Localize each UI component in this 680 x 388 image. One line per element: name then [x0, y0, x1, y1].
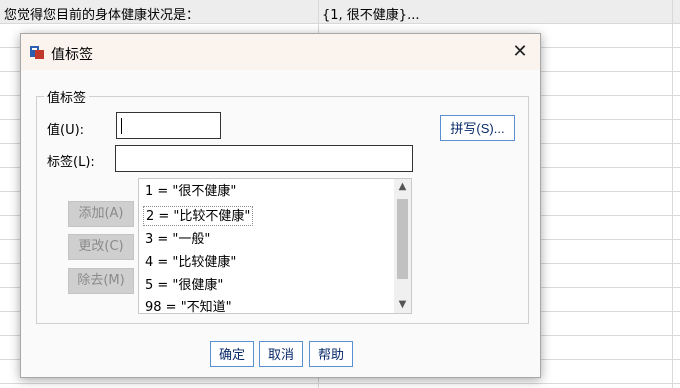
spelling-button[interactable]: 拼写(S)...: [440, 115, 515, 141]
value-labels-list[interactable]: 1 = "很不健康" 2 = "比较不健康" 3 = "一般" 4 = "比较健…: [138, 178, 412, 314]
list-item[interactable]: 1 = "很不健康": [143, 182, 238, 202]
value-labels-dialog: 值标签 ✕ 值标签 值(U): 拼写(S)... 标签(L): 添加(A) 更改…: [20, 33, 541, 378]
scroll-down-icon[interactable]: ▼: [394, 297, 411, 313]
scroll-up-icon[interactable]: ▲: [394, 179, 411, 195]
scrollbar-thumb[interactable]: [397, 199, 408, 279]
list-item[interactable]: 5 = "很健康": [143, 276, 225, 296]
list-item[interactable]: 3 = "一般": [143, 230, 212, 250]
value-field-label: 值(U):: [47, 123, 85, 138]
close-icon[interactable]: ✕: [510, 42, 530, 62]
table-row[interactable]: 您觉得您目前的身体健康状况是： {1, 很不健康}...: [0, 0, 680, 24]
list-scrollbar[interactable]: ▲ ▼: [394, 179, 411, 313]
label-field-label: 标签(L):: [47, 155, 95, 170]
dialog-title: 值标签: [51, 47, 93, 63]
change-button[interactable]: 更改(C): [68, 234, 134, 260]
dialog-titlebar[interactable]: 值标签 ✕: [21, 34, 540, 70]
text-caret: [121, 118, 122, 134]
list-item[interactable]: 4 = "比较健康": [143, 253, 238, 273]
help-button[interactable]: 帮助: [309, 341, 353, 367]
question-cell[interactable]: 您觉得您目前的身体健康状况是：: [4, 4, 199, 23]
column-divider: [672, 0, 673, 388]
list-item[interactable]: 98 = "不知道": [143, 298, 234, 313]
ok-button[interactable]: 确定: [210, 341, 254, 367]
label-input[interactable]: [115, 145, 413, 172]
value-input[interactable]: [116, 112, 221, 139]
value-labels-cell[interactable]: {1, 很不健康}...: [322, 4, 419, 23]
spss-app-icon: [30, 46, 44, 59]
group-title: 值标签: [44, 87, 90, 106]
cancel-button[interactable]: 取消: [259, 341, 303, 367]
list-item[interactable]: 2 = "比较不健康": [143, 206, 254, 226]
add-button[interactable]: 添加(A): [68, 201, 134, 227]
remove-button[interactable]: 除去(M): [68, 268, 134, 294]
